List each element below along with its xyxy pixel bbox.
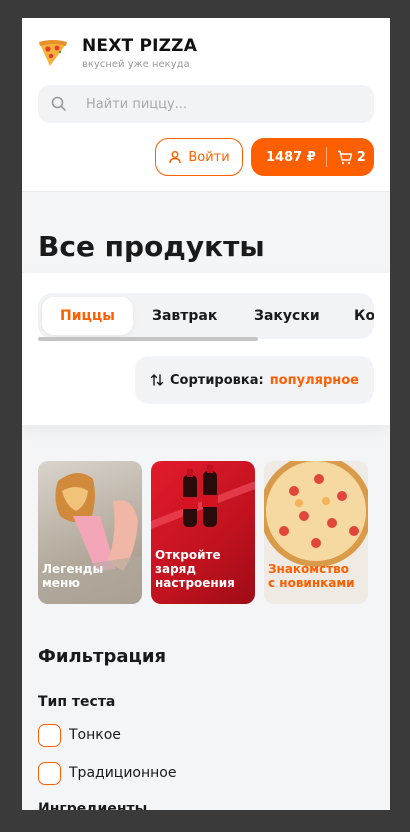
login-label: Войти xyxy=(188,149,230,165)
user-icon xyxy=(169,151,182,164)
pizza-logo-icon[interactable] xyxy=(38,38,68,68)
story-card[interactable]: Откройте заряд настроения xyxy=(151,461,255,604)
category-scrollbar[interactable] xyxy=(38,337,258,341)
stories-row: Легенды меню Откройте заряд настроения З… xyxy=(38,461,374,604)
app-frame: NEXT PIZZA вкусней уже некуда Войти 1487… xyxy=(22,18,390,810)
filter-group-ingredients: Ингредиенты xyxy=(38,801,148,810)
brand-subtitle: вкусней уже некуда xyxy=(82,59,190,70)
cart-price: 1487 ₽ xyxy=(266,149,316,165)
tab-cocktails[interactable]: Коктейли xyxy=(336,297,374,335)
cart-button[interactable]: 1487 ₽ 2 xyxy=(251,138,374,176)
story-card[interactable]: Легенды меню xyxy=(38,461,142,604)
filter-group-dough: Тип теста xyxy=(38,694,116,710)
cart-icon xyxy=(337,150,352,164)
tab-breakfast[interactable]: Завтрак xyxy=(134,297,235,335)
tab-snacks[interactable]: Закуски xyxy=(236,297,338,335)
tab-pizzas[interactable]: Пиццы xyxy=(42,297,133,335)
filter-option-label: Традиционное xyxy=(69,765,177,781)
filter-title: Фильтрация xyxy=(38,646,167,667)
filter-option-traditional[interactable]: Традиционное xyxy=(38,761,176,785)
sort-arrows-icon xyxy=(150,374,164,386)
header: NEXT PIZZA вкусней уже некуда Войти 1487… xyxy=(22,18,390,192)
story-label: Легенды меню xyxy=(42,562,104,590)
checkbox[interactable] xyxy=(38,761,61,785)
checkbox[interactable] xyxy=(38,723,61,747)
filter-option-label: Тонкое xyxy=(69,727,121,743)
cart-count: 2 xyxy=(356,149,366,165)
category-tabs: Пиццы Завтрак Закуски Коктейли xyxy=(38,293,374,339)
story-label: Откройте заряд настроения xyxy=(155,548,235,590)
filter-option-thin[interactable]: Тонкое xyxy=(38,723,121,747)
sort-label: Сортировка: xyxy=(170,372,264,388)
search-bar[interactable] xyxy=(38,85,374,123)
page-title: Все продукты xyxy=(38,230,265,263)
categories-panel: Пиццы Завтрак Закуски Коктейли Сортировк… xyxy=(22,273,390,425)
search-icon xyxy=(51,96,66,111)
sort-value: популярное xyxy=(269,372,359,388)
brand-title: NEXT PIZZA xyxy=(82,36,198,56)
story-label: Знакомство с новинками xyxy=(268,562,355,590)
cart-divider xyxy=(325,147,327,167)
story-card[interactable]: Знакомство с новинками xyxy=(264,461,368,604)
search-input[interactable] xyxy=(86,85,356,123)
sort-button[interactable]: Сортировка: популярное xyxy=(135,356,374,404)
login-button[interactable]: Войти xyxy=(155,138,243,176)
